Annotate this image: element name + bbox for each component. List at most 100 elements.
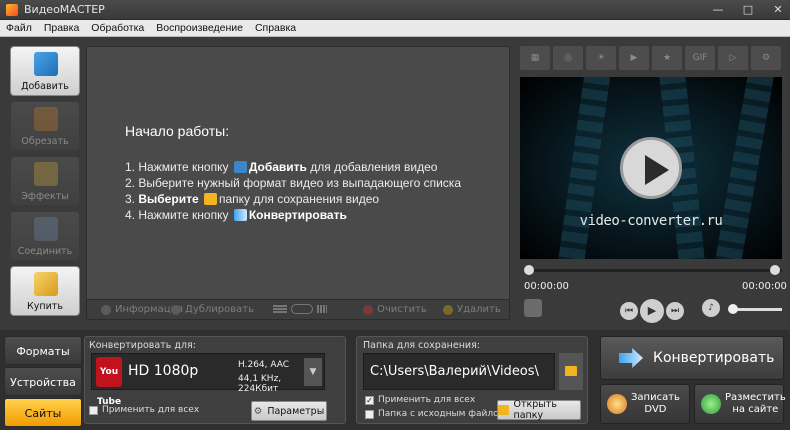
menu-help[interactable]: Справка xyxy=(255,22,296,34)
time-end: 00:00:00 xyxy=(742,281,787,292)
convert-label: Конвертировать xyxy=(653,350,775,366)
volume-thumb[interactable] xyxy=(728,304,738,314)
buy-label: Купить xyxy=(27,301,63,312)
parameters-label: Параметры xyxy=(267,405,325,417)
brightness-icon[interactable]: ☀ xyxy=(586,46,616,70)
format-selector[interactable]: You Tube HD 1080p H.264, AAC 44,1 KHz, 2… xyxy=(91,353,325,407)
app-icon xyxy=(6,3,18,16)
play-overlay-icon[interactable] xyxy=(620,137,682,199)
playback-controls: ⏮ ▶ ⏭ xyxy=(620,299,684,323)
browse-folder-button[interactable] xyxy=(559,353,583,390)
volume-icon: ♪ xyxy=(702,299,720,317)
instruction-step-1: 1. Нажмите кнопку Добавить для добавлени… xyxy=(125,160,461,176)
join-button[interactable]: Соединить xyxy=(10,211,80,261)
menu-playback[interactable]: Воспроизведение xyxy=(156,22,243,34)
picture-icon xyxy=(524,299,542,317)
parameters-button[interactable]: ⚙ Параметры xyxy=(251,401,327,421)
speed-icon[interactable]: ▶ xyxy=(619,46,649,70)
folder-icon xyxy=(203,193,217,205)
volume-button[interactable]: ♪ xyxy=(702,299,720,317)
folder-icon xyxy=(498,405,509,415)
info-icon xyxy=(101,304,111,315)
delete-icon xyxy=(443,304,453,315)
export-icon[interactable]: ▷ xyxy=(718,46,748,70)
effects-label: Эффекты xyxy=(21,191,69,202)
checkbox-checked[interactable]: ✓ xyxy=(365,395,374,405)
menu-edit[interactable]: Правка xyxy=(44,22,79,34)
publish-button[interactable]: Разместить на сайте xyxy=(694,384,786,424)
left-toolbar: Добавить Обрезать Эффекты Соединить Купи… xyxy=(10,46,80,318)
burn-dvd-label: Записать DVD xyxy=(631,392,680,415)
menu-file[interactable]: Файл xyxy=(6,22,32,34)
tab-formats[interactable]: Форматы xyxy=(4,336,82,365)
film-frames-icon[interactable]: ▦ xyxy=(520,46,550,70)
video-preview[interactable]: video-converter.ru xyxy=(520,77,782,259)
instruction-step-2: 2. Выберите нужный формат видео из выпад… xyxy=(125,176,461,190)
open-folder-button[interactable]: Открыть папку xyxy=(497,399,581,421)
delete-button[interactable]: Удалить xyxy=(443,304,501,315)
file-list-area[interactable]: Начало работы: 1. Нажмите кнопку Добавит… xyxy=(86,46,510,300)
maximize-button[interactable]: □ xyxy=(740,2,756,18)
folder-icon xyxy=(565,366,577,376)
checkbox-box[interactable] xyxy=(89,405,98,415)
apply-all-format-checkbox[interactable]: Применить для всех xyxy=(89,405,199,415)
view-toggle[interactable] xyxy=(273,304,327,314)
snapshot-icon[interactable]: ◎ xyxy=(553,46,583,70)
convert-for-label: Конвертировать для: xyxy=(89,340,196,351)
clear-label: Очистить xyxy=(377,304,427,315)
toggle-switch[interactable] xyxy=(291,304,313,314)
timeline-end-thumb[interactable] xyxy=(770,265,780,275)
close-button[interactable]: ✕ xyxy=(770,2,786,18)
menu-process[interactable]: Обработка xyxy=(91,22,144,34)
join-label: Соединить xyxy=(17,246,73,257)
prev-frame-icon[interactable]: ⏮ xyxy=(620,302,638,320)
checkbox-box[interactable] xyxy=(365,409,374,419)
publish-label: Разместить на сайте xyxy=(725,392,786,415)
play-button[interactable]: ▶ xyxy=(640,299,664,323)
minimize-button[interactable]: — xyxy=(710,2,726,18)
effects-button[interactable]: Эффекты xyxy=(10,156,80,206)
chevron-down-icon[interactable]: ▼ xyxy=(304,358,322,386)
save-folder-panel: Папка для сохранения: C:\Users\Валерий\V… xyxy=(356,336,588,424)
convert-arrow-icon xyxy=(619,348,643,368)
open-folder-label: Открыть папку xyxy=(513,399,557,421)
duplicate-icon xyxy=(171,304,181,315)
step1-pre: 1. Нажмите кнопку xyxy=(125,160,229,174)
clear-icon xyxy=(363,304,373,315)
timeline-start-thumb[interactable] xyxy=(524,265,534,275)
add-button[interactable]: Добавить xyxy=(10,46,80,96)
trim-label: Обрезать xyxy=(21,136,69,147)
grid-view-icon xyxy=(317,305,327,313)
menu-bar: Файл Правка Обработка Воспроизведение Сп… xyxy=(0,20,790,37)
convert-arrow-icon xyxy=(233,209,247,221)
timeline-slider[interactable] xyxy=(524,265,782,275)
clear-button[interactable]: Очистить xyxy=(363,304,427,315)
effects-wand-icon xyxy=(34,162,58,186)
tab-devices[interactable]: Устройства xyxy=(4,367,82,396)
duplicate-button[interactable]: Дублировать xyxy=(171,304,254,315)
window-title: ВидеоМАСТЕР xyxy=(24,3,105,16)
step3-post: папку для сохранения видео xyxy=(218,192,380,206)
gif-icon[interactable]: GIF xyxy=(685,46,715,70)
convert-button[interactable]: Конвертировать xyxy=(600,336,784,380)
convert-for-panel: Конвертировать для: You Tube HD 1080p H.… xyxy=(84,336,346,424)
key-tag-icon xyxy=(34,272,58,296)
run-icon[interactable]: ★ xyxy=(652,46,682,70)
format-codec: H.264, AAC xyxy=(238,360,290,370)
tab-sites[interactable]: Сайты xyxy=(4,398,82,427)
volume-slider[interactable] xyxy=(728,304,782,314)
step3-bold: Выберите xyxy=(138,192,199,206)
settings-icon[interactable]: ⚙ xyxy=(751,46,781,70)
film-strip xyxy=(709,77,777,259)
next-frame-icon[interactable]: ⏭ xyxy=(666,302,684,320)
source-folder-checkbox[interactable]: Папка с исходным файлом xyxy=(365,409,505,419)
folder-path-field[interactable]: C:\Users\Валерий\Videos\ xyxy=(363,353,555,390)
apply-all-folder-checkbox[interactable]: ✓ Применить для всех xyxy=(365,395,475,405)
time-start: 00:00:00 xyxy=(524,281,569,292)
burn-dvd-button[interactable]: Записать DVD xyxy=(600,384,690,424)
buy-button[interactable]: Купить xyxy=(10,266,80,316)
trim-button[interactable]: Обрезать xyxy=(10,101,80,151)
step4-bold: Конвертировать xyxy=(248,208,347,222)
delete-label: Удалить xyxy=(457,304,501,315)
snapshot-button[interactable] xyxy=(524,299,542,317)
